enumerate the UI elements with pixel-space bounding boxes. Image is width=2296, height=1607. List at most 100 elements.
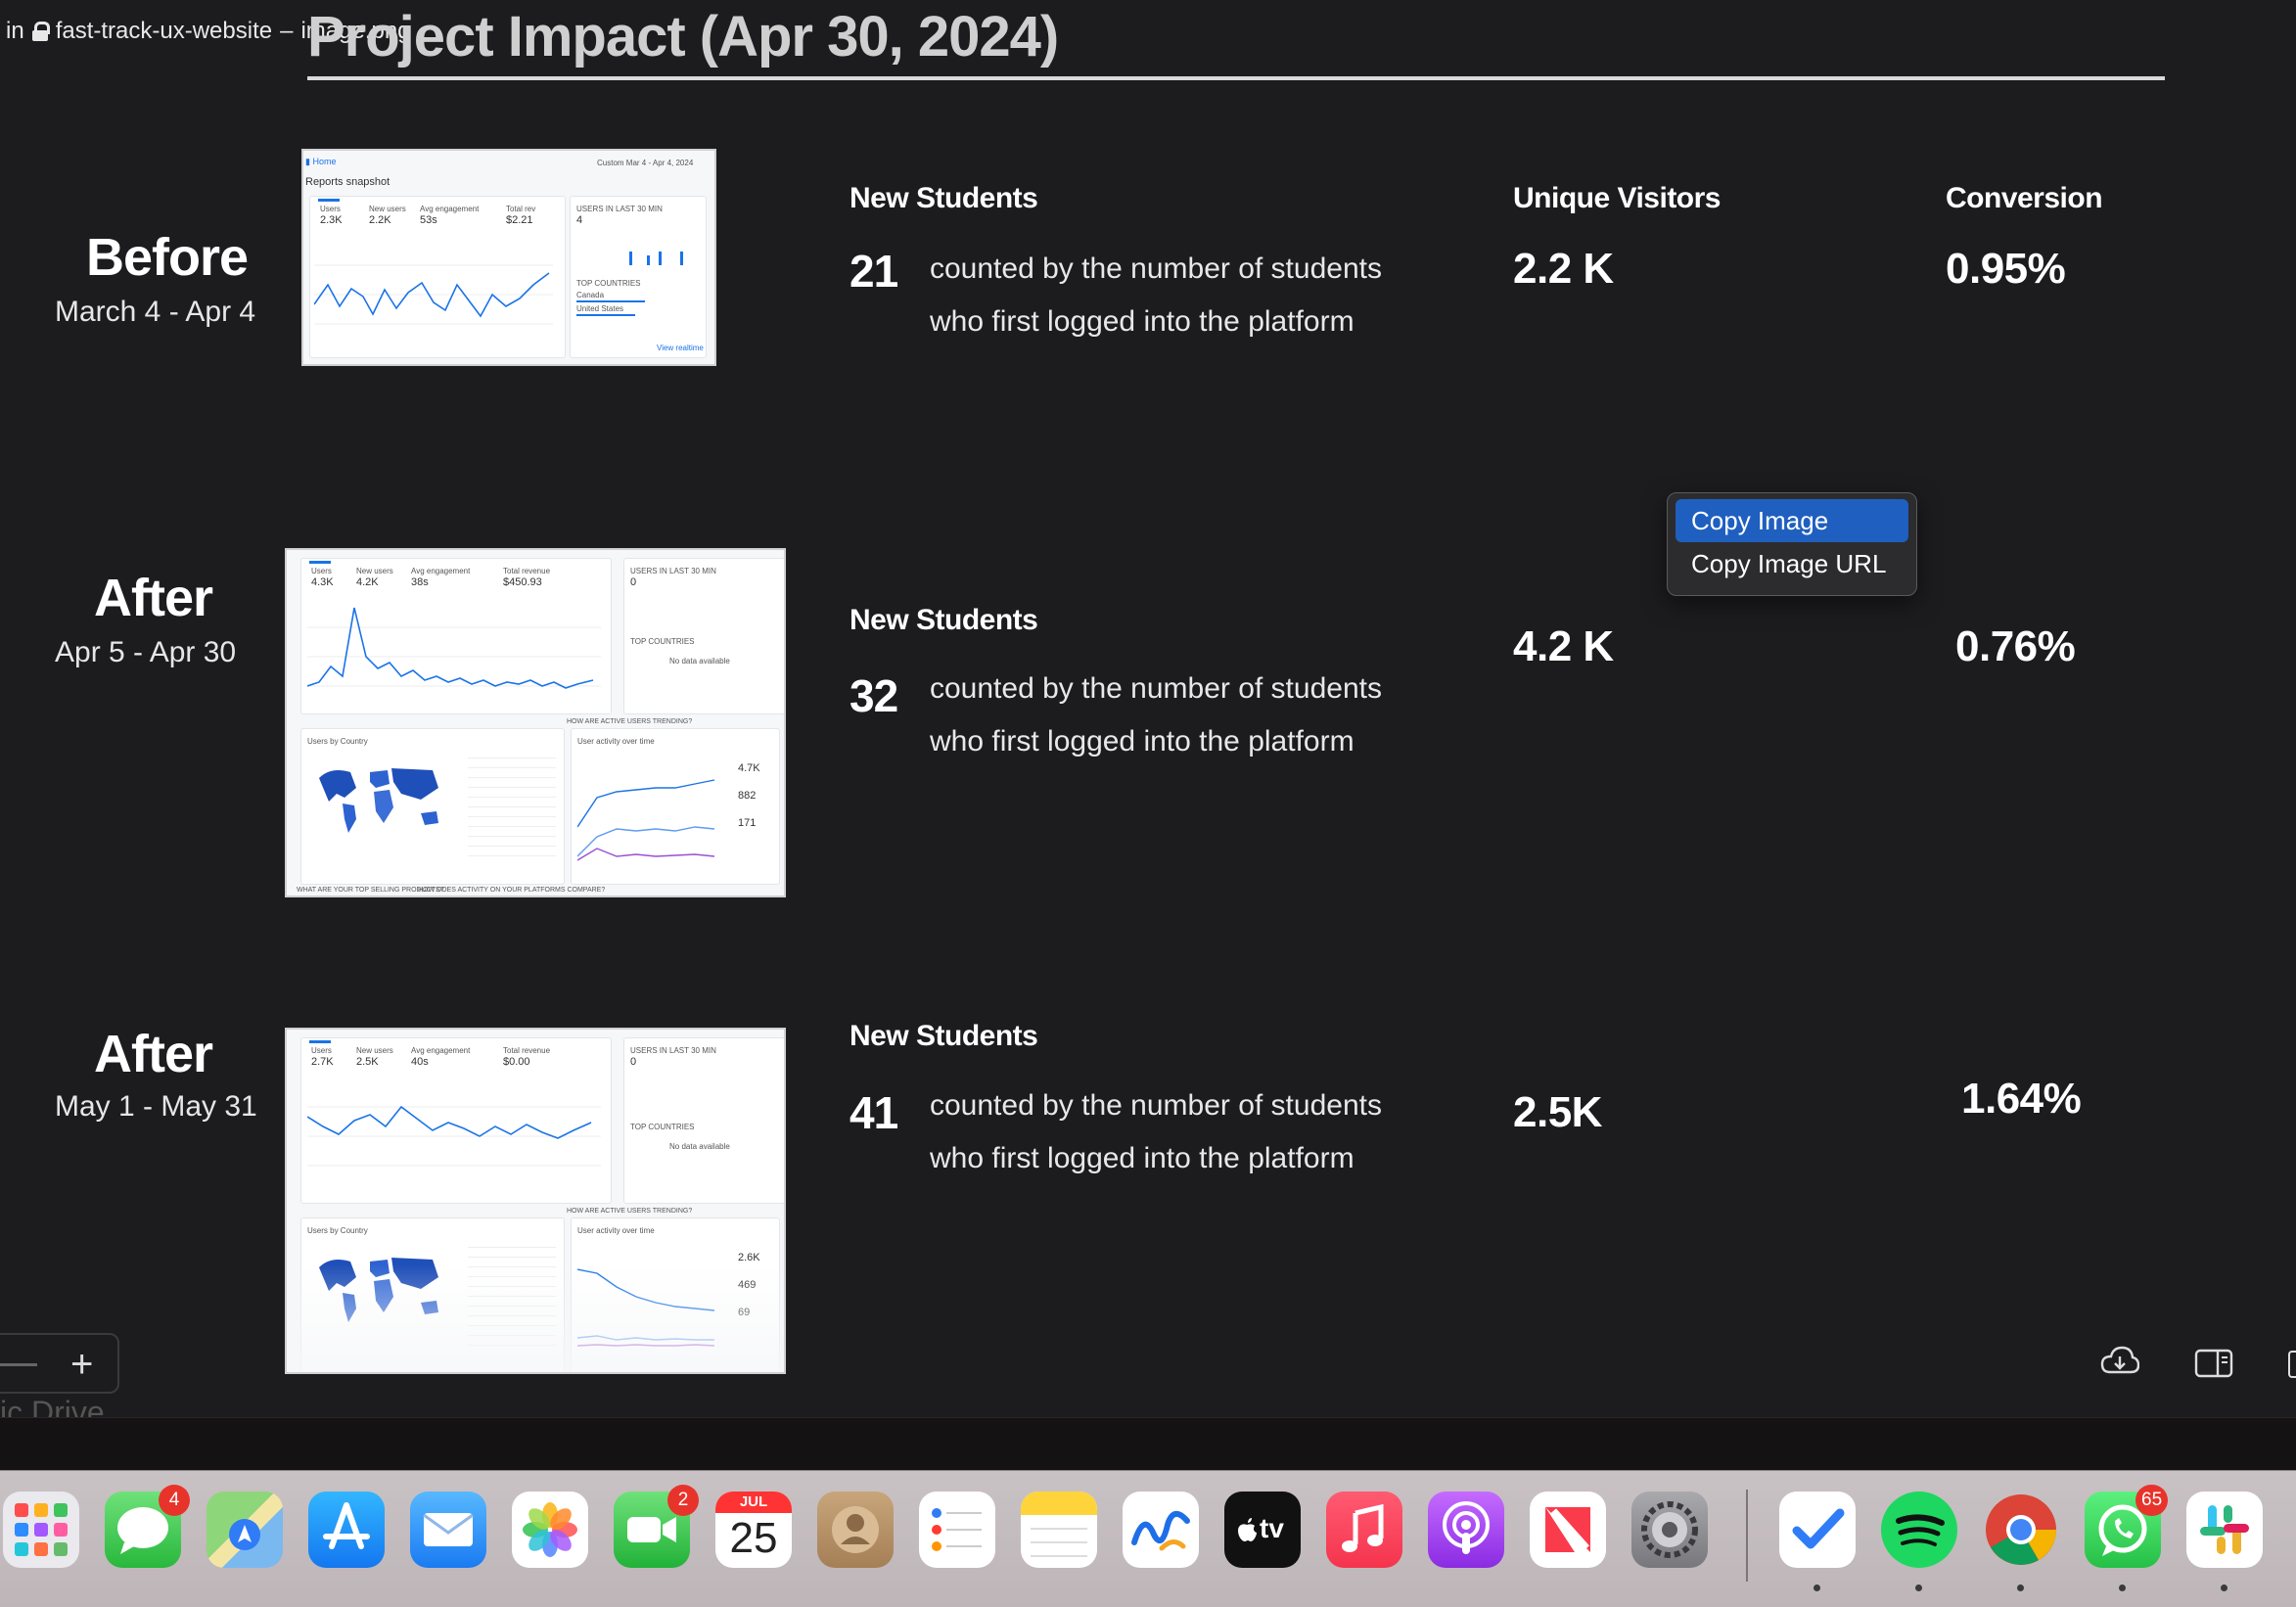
- apple-tv-icon[interactable]: tv: [1224, 1492, 1301, 1568]
- mail-icon[interactable]: [410, 1492, 486, 1568]
- thumb-metric-label: Total revenue: [503, 1046, 551, 1055]
- thumb-engagement: 53s: [420, 214, 437, 226]
- description-line: counted by the number of students: [930, 253, 1382, 285]
- description-line: who first logged into the platform: [930, 1142, 1355, 1174]
- description-line: who first logged into the platform: [930, 725, 1355, 758]
- contacts-icon[interactable]: [817, 1492, 894, 1568]
- sidebar-toggle-icon[interactable]: [2194, 1349, 2233, 1378]
- thumb-overview-card: Users 2.3K New users 2.2K Avg engagement…: [309, 196, 566, 358]
- reminders-icon[interactable]: [919, 1492, 995, 1568]
- desktop-strip: [0, 1417, 2296, 1470]
- thumb-metric-label: Avg engagement: [411, 567, 471, 575]
- thumb-line-chart: [307, 607, 601, 689]
- thumb-active-1d: 171: [738, 817, 757, 829]
- news-icon[interactable]: [1530, 1492, 1606, 1568]
- thumb-activity-chart: [577, 779, 715, 861]
- thumb-realtime-card: USERS IN LAST 30 MIN 4 TOP COUNTRIES Can…: [570, 196, 707, 358]
- new-students-count: 21: [850, 246, 898, 297]
- whatsapp-badge: 65: [2135, 1485, 2169, 1516]
- period-range: March 4 - Apr 4: [55, 296, 256, 328]
- app-store-icon[interactable]: [308, 1492, 385, 1568]
- zoom-out-button[interactable]: [0, 1363, 37, 1366]
- thumb-new-users: 2.5K: [356, 1056, 379, 1068]
- thumb-metric-label: Avg engagement: [411, 1046, 471, 1055]
- launchpad-icon[interactable]: [3, 1492, 79, 1568]
- thumb-users: 4.3K: [311, 576, 334, 588]
- thumb-engagement: 40s: [411, 1056, 429, 1068]
- thumb-activity-card: User activity over time 4.7K 882 171: [571, 728, 780, 885]
- running-indicator: [2119, 1584, 2126, 1591]
- thumb-activity-title: User activity over time: [577, 737, 655, 746]
- slide-title: Project Impact (Apr 30, 2024): [307, 5, 1059, 69]
- system-settings-icon[interactable]: [1631, 1492, 1708, 1568]
- new-students-description: counted by the number of students who fi…: [930, 1079, 1382, 1185]
- new-students-heading: New Students: [850, 1020, 1038, 1052]
- tv-label: tv: [1260, 1513, 1284, 1543]
- thumb-metric-label: Total rev: [506, 205, 536, 213]
- path-folder[interactable]: fast-track-ux-website: [56, 18, 272, 45]
- music-icon[interactable]: [1326, 1492, 1402, 1568]
- thumb-metric-label: New users: [356, 567, 393, 575]
- thumb-country-table: [468, 749, 556, 856]
- thumb-engagement: 38s: [411, 576, 429, 588]
- freeform-icon[interactable]: [1123, 1492, 1199, 1568]
- slack-icon[interactable]: [2186, 1492, 2263, 1568]
- maps-icon[interactable]: [207, 1492, 283, 1568]
- thumb-users: 2.7K: [311, 1056, 334, 1068]
- world-map-icon: [319, 768, 438, 833]
- thumb-realtime-card: USERS IN LAST 30 MIN 0 TOP COUNTRIES No …: [623, 558, 784, 714]
- thumb-active-30d: 4.7K: [738, 762, 760, 774]
- thumb-realtime-label: USERS IN LAST 30 MIN: [630, 1046, 716, 1055]
- unique-visitors-value: 2.5K: [1513, 1088, 1602, 1136]
- context-menu: Copy Image Copy Image URL: [1667, 492, 1917, 596]
- thumb-new-users: 2.2K: [369, 214, 391, 226]
- running-indicator: [1915, 1584, 1922, 1591]
- notes-icon[interactable]: [1021, 1492, 1097, 1568]
- thumb-country-bar: [576, 300, 645, 302]
- tasks-icon[interactable]: [1779, 1492, 1856, 1568]
- thumb-active-30d: 2.6K: [738, 1252, 760, 1263]
- thumb-metric-label: Users: [320, 205, 341, 213]
- thumb-countries-head: TOP COUNTRIES: [630, 637, 695, 646]
- thumb-trend-head: HOW ARE ACTIVE USERS TRENDING?: [567, 1208, 693, 1215]
- thumb-countries-head: TOP COUNTRIES: [576, 279, 641, 288]
- thumb-metric-label: New users: [356, 1046, 393, 1055]
- thumb-realtime-card: USERS IN LAST 30 MIN 0 TOP COUNTRIES No …: [623, 1037, 784, 1204]
- thumb-overview-card: Users 4.3K New users 4.2K Avg engagement…: [300, 558, 612, 714]
- window-edge-icon[interactable]: [2288, 1351, 2296, 1378]
- spotify-icon[interactable]: [1881, 1492, 1957, 1568]
- calendar-month: JUL: [715, 1492, 792, 1513]
- thumb-metric-label: Total revenue: [503, 567, 551, 575]
- menu-item-copy-image-url[interactable]: Copy Image URL: [1676, 542, 1908, 585]
- menu-item-copy-image[interactable]: Copy Image: [1676, 499, 1908, 542]
- thumb-revenue: $450.93: [503, 576, 542, 588]
- calendar-icon[interactable]: JUL 25: [715, 1492, 792, 1568]
- conversion-value: 0.76%: [1955, 622, 2076, 670]
- thumb-no-data: No data available: [669, 657, 730, 666]
- thumb-new-users: 4.2K: [356, 576, 379, 588]
- new-students-count: 32: [850, 670, 898, 721]
- analytics-thumbnail-after-apr[interactable]: Users 4.3K New users 4.2K Avg engagement…: [285, 548, 786, 897]
- analytics-thumbnail-after-may[interactable]: Users 2.7K New users 2.5K Avg engagement…: [285, 1028, 786, 1374]
- thumb-line-chart: [307, 1105, 601, 1167]
- calendar-day: 25: [729, 1514, 778, 1562]
- analytics-thumbnail-before[interactable]: ▮ Home Custom Mar 4 - Apr 4, 2024 Report…: [301, 149, 716, 366]
- description-line: who first logged into the platform: [930, 305, 1355, 338]
- thumb-no-data: No data available: [669, 1142, 730, 1151]
- photos-icon[interactable]: [512, 1492, 588, 1568]
- podcasts-icon[interactable]: [1428, 1492, 1504, 1568]
- zoom-in-button[interactable]: +: [70, 1345, 93, 1384]
- thumb-home-chip: ▮ Home: [305, 157, 337, 166]
- unique-visitors-heading: Unique Visitors: [1513, 182, 1722, 214]
- running-indicator: [1814, 1584, 1820, 1591]
- thumb-overview-card: Users 2.7K New users 2.5K Avg engagement…: [300, 1037, 612, 1204]
- thumb-daterange: Custom Mar 4 - Apr 4, 2024: [597, 159, 694, 167]
- thumb-revenue: $2.21: [506, 214, 533, 226]
- chrome-icon[interactable]: [1983, 1492, 2059, 1568]
- thumb-view-link: View realtime: [657, 344, 704, 352]
- thumb-metric-label: New users: [369, 205, 406, 213]
- thumb-fade-overlay: [287, 1264, 784, 1372]
- thumb-bottom-question: HOW DOES ACTIVITY ON YOUR PLATFORMS COMP…: [418, 887, 606, 894]
- thumb-realtime-value: 4: [576, 214, 583, 226]
- cloud-download-icon[interactable]: [2100, 1345, 2139, 1378]
